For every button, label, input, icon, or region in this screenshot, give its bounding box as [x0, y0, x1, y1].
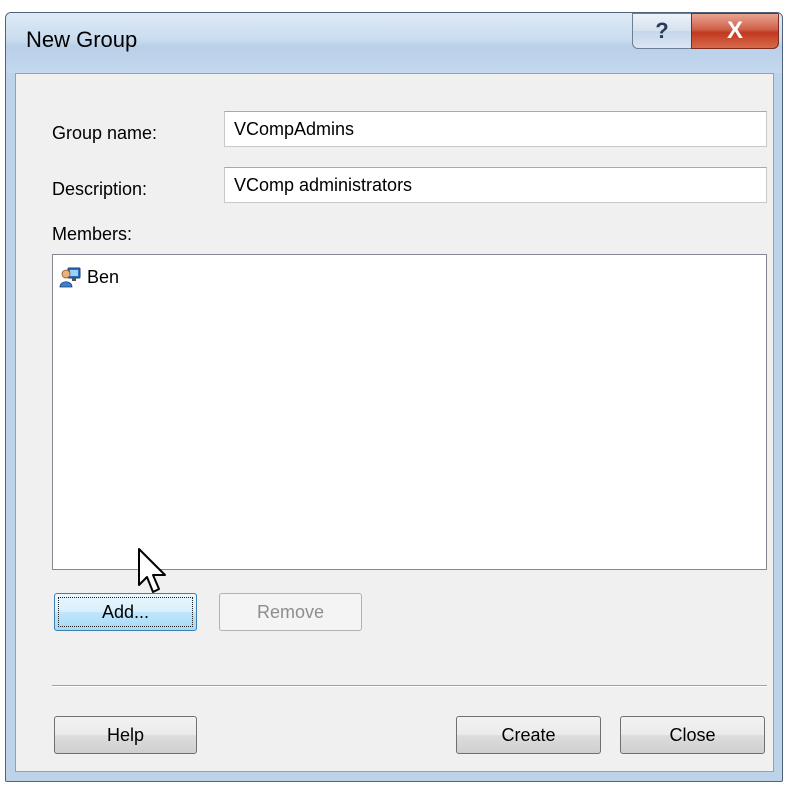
dialog-body: Group name: VCompAdmins Description: VCo… — [15, 73, 774, 772]
create-button[interactable]: Create — [456, 716, 601, 754]
create-button-label: Create — [501, 724, 556, 745]
help-caption-button[interactable]: ? — [632, 13, 692, 49]
new-group-dialog: New Group ? X Group name: VCompAdmins De… — [5, 12, 783, 782]
user-group-icon — [59, 267, 81, 288]
group-name-label: Group name: — [52, 123, 158, 143]
close-icon: X — [726, 17, 743, 44]
close-button[interactable]: Close — [620, 716, 765, 754]
list-item[interactable]: Ben — [59, 263, 119, 291]
separator-line — [52, 685, 767, 687]
add-button[interactable]: Add... — [54, 593, 197, 631]
help-button-label: Help — [106, 724, 145, 745]
group-name-input[interactable]: VCompAdmins — [224, 111, 767, 147]
member-name: Ben — [87, 266, 120, 287]
description-label: Description: — [52, 179, 148, 199]
window-title: New Group — [26, 27, 138, 52]
help-button[interactable]: Help — [54, 716, 197, 754]
add-button-label: Add... — [101, 601, 150, 622]
title-bar[interactable]: New Group ? X — [6, 13, 782, 73]
mouse-cursor-icon — [138, 548, 166, 593]
remove-button[interactable]: Remove — [219, 593, 362, 631]
question-mark-icon: ? — [655, 18, 669, 43]
remove-button-label: Remove — [256, 601, 325, 622]
close-button-label: Close — [669, 724, 716, 745]
members-list[interactable]: Ben — [52, 254, 767, 570]
description-input[interactable]: VComp administrators — [224, 167, 767, 203]
members-label: Members: — [52, 224, 133, 244]
close-caption-button[interactable]: X — [691, 13, 779, 49]
